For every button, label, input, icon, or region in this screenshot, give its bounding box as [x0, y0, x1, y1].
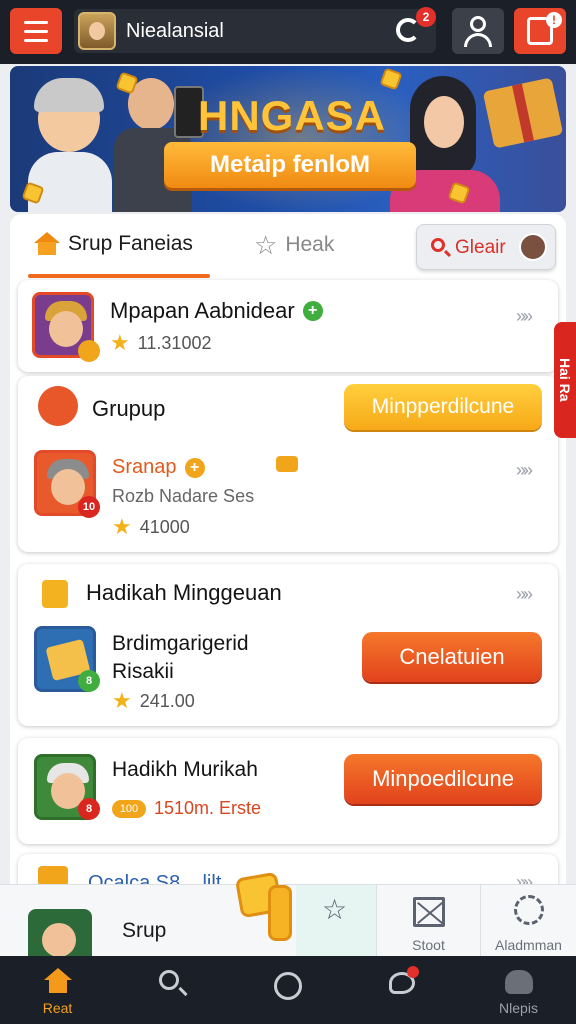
search-icon: [159, 970, 179, 990]
gear-icon: [514, 895, 544, 925]
home-icon: [44, 968, 72, 994]
store-label: Stoot: [412, 937, 445, 953]
home-icon: [34, 232, 60, 256]
promo-banner[interactable]: HNGASA Metaip fenloM: [10, 66, 566, 212]
star-icon: ★: [110, 330, 130, 355]
rating: ★ 241.00: [112, 688, 195, 713]
search-icon: [431, 238, 445, 252]
tab-favorites-label: Heak: [285, 233, 335, 256]
app-title: Niealansial: [126, 20, 224, 42]
alert-button[interactable]: !: [514, 8, 566, 54]
star-outline-icon: ☆: [254, 230, 278, 260]
tab-favorites[interactable]: ☆ Heak: [254, 232, 334, 258]
menu-icon: [24, 20, 48, 24]
nav-more-label: Nlepis: [499, 1000, 538, 1016]
list-item[interactable]: Hadikah Minggeuan »» 8 Brdimgarigerid Ri…: [18, 564, 558, 726]
helmet-icon: [34, 78, 104, 112]
tag-icon: [32, 380, 84, 432]
coin-stack-icon: [234, 871, 296, 941]
section-title: Hadikah Minggeuan: [86, 580, 282, 605]
top-bar: Niealansial 2 !: [0, 0, 576, 64]
tab-home-label: Srup Faneias: [68, 232, 193, 255]
game-thumbnail[interactable]: [28, 909, 92, 957]
action-button[interactable]: Minpoedilcune: [344, 754, 542, 804]
avatar: [78, 12, 116, 50]
banner-cta-button[interactable]: Metaip fenloM: [164, 142, 416, 188]
settings-button[interactable]: Aladmman: [480, 885, 576, 957]
main-panel: Srup Faneias ☆ Heak Gleair Mpapan Aabnid…: [10, 214, 566, 894]
side-promo-tab[interactable]: Hai Ra: [554, 322, 576, 438]
notification-badge: 2: [416, 7, 436, 27]
banner-title: HNGASA: [198, 92, 387, 139]
action-button[interactable]: Cnelatuien: [362, 632, 542, 682]
menu-button[interactable]: [10, 8, 62, 54]
chevron-right-icon[interactable]: »»: [516, 460, 533, 481]
section-title: Grupup: [92, 396, 166, 421]
more-icon: [505, 970, 533, 994]
item-title: Brdimgarigerid Risakii: [112, 632, 249, 683]
search-label: Gleair: [455, 237, 506, 258]
store-button[interactable]: Stoot: [376, 885, 480, 957]
pin-icon: ☆: [322, 894, 348, 925]
notification-dot: [407, 966, 419, 978]
plus-icon: +: [302, 301, 323, 321]
list-item[interactable]: 8 Hadikh Murikah 100 1510m. Erste Minpoe…: [18, 738, 558, 844]
star-icon: ★: [112, 514, 132, 539]
lock-icon: [42, 580, 68, 608]
crown-icon: [276, 456, 298, 472]
bottom-dock: Srup ☆ Stoot Aladmman: [0, 871, 576, 957]
alert-mark: !: [546, 12, 562, 28]
circle-icon: [274, 972, 302, 1000]
user-icon: [470, 16, 486, 32]
nav-search[interactable]: [115, 956, 230, 1024]
list-item[interactable]: Grupup Minpperdilcune 10 Sranap + Rozb N…: [18, 376, 558, 552]
action-button[interactable]: Minpperdilcune: [344, 384, 542, 430]
item-title: Hadikh Murikah: [112, 758, 258, 781]
level-badge: 10: [78, 496, 100, 518]
pin-button[interactable]: ☆: [296, 885, 376, 957]
plus-icon: +: [184, 457, 205, 478]
tag-icon: [38, 866, 68, 886]
nav-more[interactable]: Nlepis: [461, 956, 576, 1024]
item-title: Mpapan Aabnidear: [110, 298, 295, 323]
tab-home[interactable]: Srup Faneias: [34, 232, 193, 256]
rating: ★ 11.31002: [110, 330, 212, 355]
bottom-nav: Reat Nlepis: [0, 956, 576, 1024]
list-item[interactable]: Mpapan Aabnidear + ★ 11.31002 »»: [18, 280, 558, 372]
user-button[interactable]: [452, 8, 504, 54]
chevron-right-icon[interactable]: »»: [516, 306, 533, 327]
item-title: Sranap: [112, 456, 177, 478]
gift-box-icon: [482, 77, 564, 149]
level-badge: 8: [78, 670, 100, 692]
rating: ★ 41000: [112, 514, 190, 539]
meta-pill: 100: [112, 799, 146, 818]
settings-label: Aladmman: [495, 937, 562, 953]
dock-label: Srup: [122, 919, 167, 942]
nav-home[interactable]: Reat: [0, 956, 115, 1024]
chevron-right-icon[interactable]: »»: [516, 584, 533, 605]
star-icon: ★: [112, 688, 132, 713]
profile-title-bar[interactable]: Niealansial: [74, 9, 436, 53]
nav-home-label: Reat: [42, 1000, 73, 1016]
search-button[interactable]: Gleair: [416, 224, 556, 270]
nav-center[interactable]: [230, 956, 345, 1024]
item-meta: 100 1510m. Erste: [112, 798, 261, 819]
nav-chat[interactable]: [345, 956, 460, 1024]
active-tab-indicator: [28, 274, 210, 278]
store-icon: [413, 897, 445, 927]
avatar: [519, 233, 547, 261]
level-badge: 8: [78, 798, 100, 820]
item-subtitle: Rozb Nadare Ses: [112, 486, 255, 506]
